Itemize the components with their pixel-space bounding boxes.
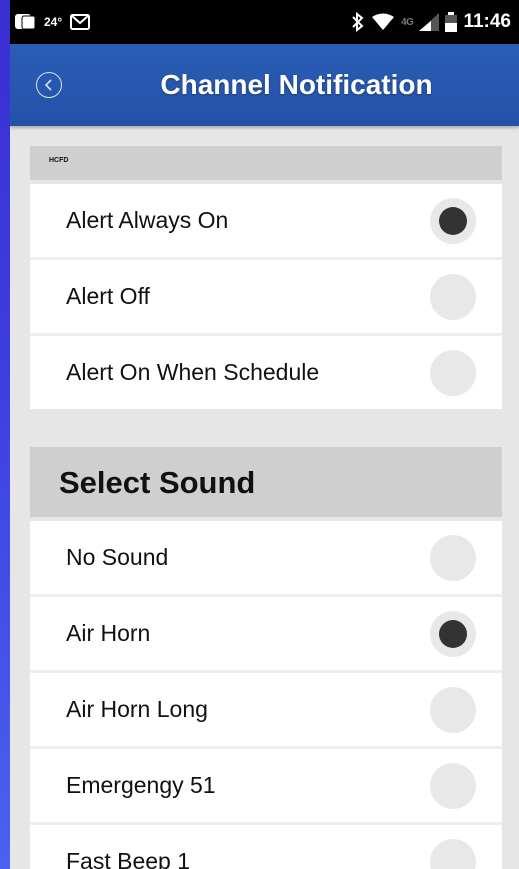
page-title: Channel Notification	[160, 69, 433, 100]
radio-unselected[interactable]	[430, 762, 476, 809]
alert-option-off[interactable]: Alert Off	[30, 260, 502, 336]
app-notification-icon	[15, 14, 36, 30]
temperature-text: 24°	[44, 15, 63, 29]
sound-option-air-horn-long[interactable]: Air Horn Long	[30, 673, 502, 749]
option-label: Emergengy 51	[66, 772, 216, 798]
select-sound-header: Select Sound	[30, 447, 502, 521]
option-label: Alert Always On	[66, 207, 229, 233]
status-bar: 24° 4G 11:46	[10, 0, 519, 44]
wifi-icon	[372, 13, 395, 30]
radio-unselected[interactable]	[430, 534, 476, 581]
option-label: Air Horn Long	[66, 696, 208, 722]
phone-screen: 24° 4G 11:46 Channel Notification HCFD A…	[10, 0, 519, 869]
radio-selected[interactable]	[430, 197, 476, 244]
status-bar-right: 4G 11:46	[351, 11, 519, 33]
radio-unselected[interactable]	[430, 686, 476, 733]
network-type-text: 4G	[401, 16, 414, 28]
alert-option-on-when-schedule[interactable]: Alert On When Schedule	[30, 336, 502, 409]
bluetooth-icon	[352, 12, 364, 32]
option-label: Alert Off	[66, 283, 150, 309]
sound-options-card: Select Sound No Sound Air Horn Air Horn …	[30, 447, 502, 869]
signal-icon	[419, 13, 440, 31]
sound-option-air-horn[interactable]: Air Horn	[30, 597, 502, 673]
app-bar: Channel Notification	[10, 44, 519, 126]
option-label: Fast Beep 1	[66, 848, 191, 869]
option-label: Alert On When Schedule	[66, 359, 320, 385]
gmail-icon	[70, 14, 91, 30]
channel-section-header: HCFD	[30, 146, 502, 184]
alert-option-always-on[interactable]: Alert Always On	[30, 184, 502, 260]
option-label: No Sound	[66, 544, 169, 570]
sound-option-fast-beep-1[interactable]: Fast Beep 1	[30, 825, 502, 869]
radio-unselected[interactable]	[430, 273, 476, 320]
option-label: Air Horn	[66, 620, 151, 646]
alert-options-card: HCFD Alert Always On Alert Off Alert On …	[30, 146, 502, 409]
status-bar-left: 24°	[10, 13, 91, 31]
radio-unselected[interactable]	[430, 349, 476, 396]
clock-text: 11:46	[463, 11, 511, 32]
sound-option-emergengy-51[interactable]: Emergengy 51	[30, 749, 502, 825]
radio-unselected[interactable]	[430, 838, 476, 869]
sound-option-no-sound[interactable]: No Sound	[30, 521, 502, 597]
battery-icon	[445, 12, 458, 32]
radio-selected[interactable]	[430, 610, 476, 657]
